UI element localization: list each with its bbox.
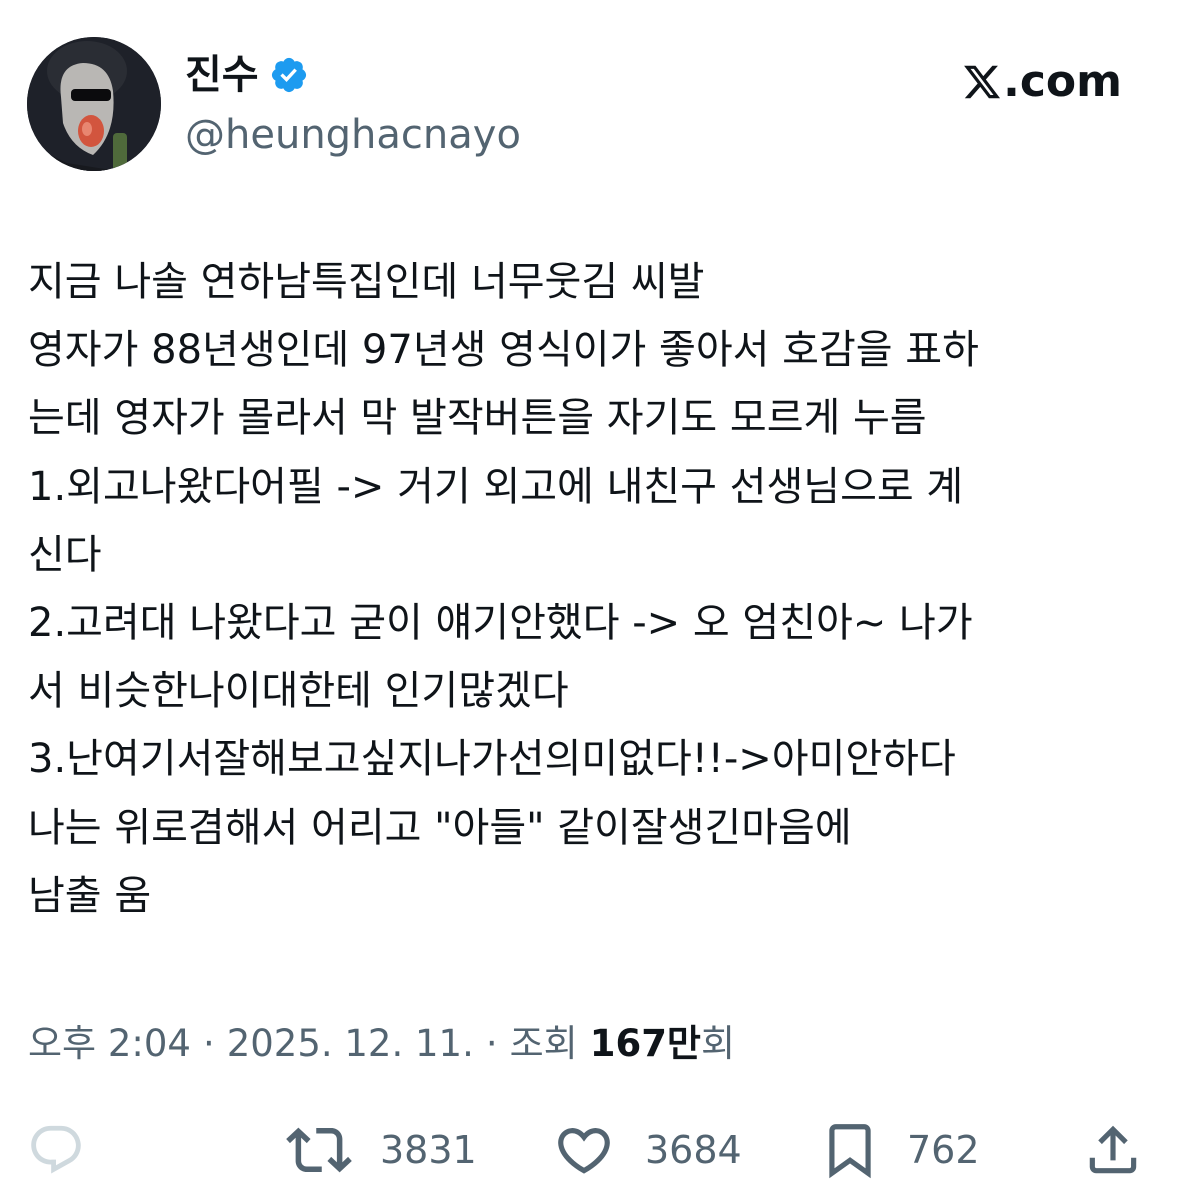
views-label: 조회 [509,1022,578,1065]
tweet-line: 1.외고나왔다어필 -> 거기 외고에 내친구 선생님으로 계 [28,463,964,510]
tweet-meta: 오후 2:04 · 2025. 12. 11. · 조회 167만 회 [28,1020,735,1068]
meta-separator: · [202,1022,215,1065]
tweet-line: 남출 움 [28,872,152,919]
tweet-line: 지금 나솔 연하남특집인데 너무웃김 씨발 [28,259,705,305]
reply-button[interactable] [27,1118,85,1182]
tweet-line: 3.난여기서잘해보고싶지나가선의미없다!!->아미안하다 [28,736,956,783]
share-button[interactable] [1082,1118,1144,1182]
tweet-line: 신다 [28,531,102,578]
tweet-header: 진수 @heunghacnayo .com [27,37,1152,172]
tweet-line: 서 비슷한나이대한테 인기많겠다 [28,668,569,715]
avatar-image [27,37,161,171]
tweet-line: 는데 영자가 몰라서 막 발작버튼을 자기도 모르게 누름 [28,395,927,442]
action-bar: 3831 3684 762 [0,1118,1179,1182]
avatar[interactable] [27,37,161,171]
heart-icon [558,1128,610,1174]
retweet-count: 3831 [380,1128,477,1172]
reply-icon [31,1125,81,1174]
verified-badge-icon [269,55,309,95]
bookmark-button[interactable]: 762 [819,1118,980,1182]
tweet-line: 영자가 88년생인데 97년생 영식이가 좋아서 호감을 표하 [28,327,979,374]
x-logo-icon [964,65,1001,99]
like-button[interactable]: 3684 [553,1118,742,1182]
retweet-button[interactable]: 3831 [286,1118,477,1182]
bookmark-icon [829,1124,871,1179]
user-handle[interactable]: @heunghacnayo [185,111,521,159]
tweet-time[interactable]: 오후 2:04 [28,1020,191,1068]
brand: .com [962,54,1122,110]
bookmark-count: 762 [907,1128,980,1172]
tweet-date[interactable]: 2025. 12. 11. [227,1020,474,1068]
retweet-icon [286,1127,352,1173]
tweet-text: 지금 나솔 연하남특집인데 너무웃김 씨발 영자가 88년생인데 97년생 영식… [28,248,1153,930]
views-suffix: 회 [700,1022,736,1065]
display-name[interactable]: 진수 [185,51,259,99]
tweet-line: 2.고려대 나왔다고 굳이 얘기안했다 -> 오 엄친아~ 나가 [28,599,973,646]
name-row: 진수 [185,51,309,99]
share-icon [1089,1125,1137,1174]
tweet-line: 나는 위로겸해서 어리고 "아들" 같이잘생긴마음에 [28,804,852,851]
views-count: 167만 [589,1022,701,1065]
meta-separator: · [485,1022,498,1065]
like-count: 3684 [645,1128,742,1172]
brand-suffix: .com [1003,56,1122,107]
